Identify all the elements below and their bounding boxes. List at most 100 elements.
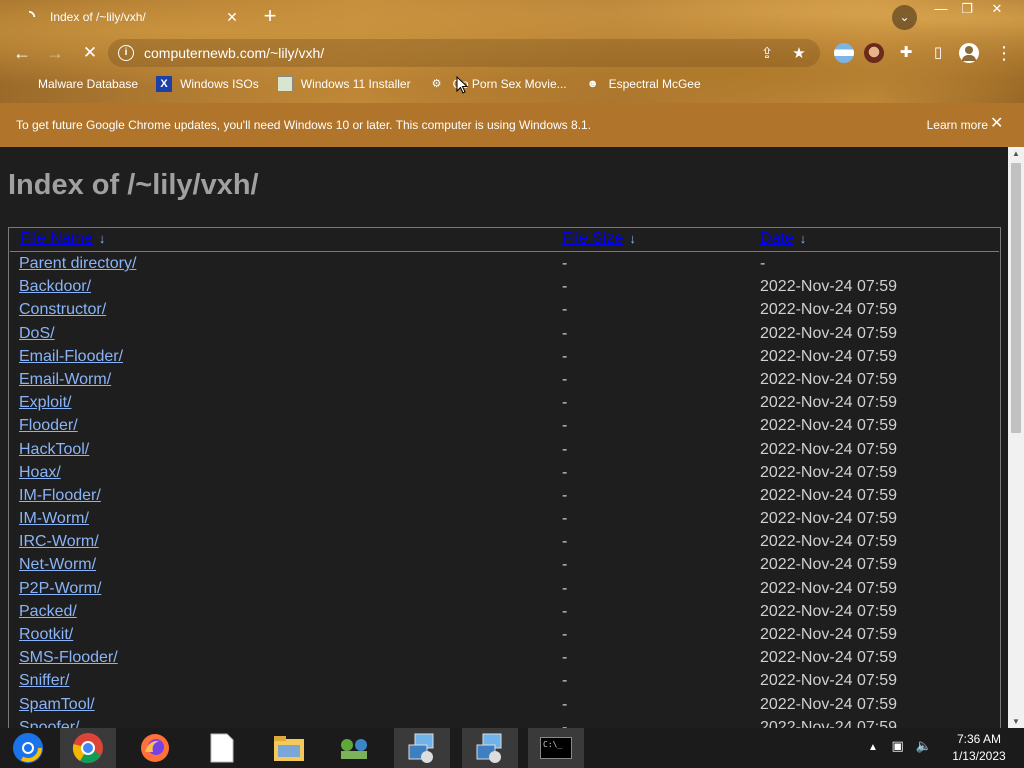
file-date: 2022-Nov-24 07:59 (760, 510, 897, 528)
tab-title: Index of /~lily/vxh/ (50, 10, 146, 24)
show-hidden-icons-icon[interactable]: ▲ (868, 742, 878, 753)
file-size: - (562, 463, 568, 481)
sort-arrow-icon: ↓ (799, 231, 807, 246)
firefox-icon[interactable] (127, 728, 183, 768)
file-name-link[interactable]: IM-Flooder/ (19, 487, 101, 504)
file-date: 2022-Nov-24 07:59 (760, 718, 897, 728)
file-name-link[interactable]: SMS-Flooder/ (19, 649, 118, 666)
page-heading: Index of /~lily/vxh/ (8, 169, 259, 201)
file-date: 2022-Nov-24 07:59 (760, 649, 897, 667)
sort-file-name-link[interactable]: File Name (20, 230, 93, 247)
site-info-icon[interactable]: i (118, 45, 134, 61)
file-date: 2022-Nov-24 07:59 (760, 533, 897, 551)
learn-more-link[interactable]: Learn more (927, 118, 988, 132)
file-size: - (562, 672, 568, 690)
system-clock[interactable]: 7:36 AM 1/13/2023 (942, 731, 1016, 765)
file-name-link[interactable]: IRC-Worm/ (19, 533, 99, 550)
chrome-icon[interactable] (60, 728, 116, 768)
side-panel-icon[interactable]: ▯ (926, 41, 950, 65)
new-tab-button[interactable]: + (258, 5, 282, 29)
file-size: - (562, 510, 568, 528)
file-name-link[interactable]: Backdoor/ (19, 278, 91, 295)
file-name-link[interactable]: DoS/ (19, 325, 55, 342)
command-prompt-icon[interactable]: C:\_ (528, 728, 584, 768)
sort-date-link[interactable]: Date (760, 230, 794, 247)
file-date: 2022-Nov-24 07:59 (760, 626, 897, 643)
table-row: Email-Flooder/ - 2022-Nov-24 07:59 (9, 345, 1000, 368)
listing-header: File Name ↓ File Size ↓ Date ↓ (10, 228, 999, 252)
file-size: - (562, 394, 568, 412)
menu-kebab-icon[interactable]: ⋮ (992, 41, 1016, 65)
chrome-os-icon[interactable] (0, 728, 56, 768)
bookmark-go-porn[interactable]: ⚙ Go Porn Sex Movie... (429, 76, 567, 92)
x-logo-icon: X (156, 76, 173, 92)
extensions-puzzle-icon[interactable]: ✚ (894, 41, 918, 65)
file-name-link[interactable]: IM-Worm/ (19, 510, 89, 527)
file-name-link[interactable]: Flooder/ (19, 417, 78, 434)
tab-close-icon[interactable]: ✕ (224, 9, 240, 26)
window-close-button[interactable]: ✕ (982, 0, 1012, 18)
face-icon: ☻ (586, 78, 599, 90)
network-icon[interactable] (326, 728, 382, 768)
network-status-icon[interactable]: ▣ (892, 738, 904, 753)
bookmark-espectral-mcgee[interactable]: ☻ Espectral McGee (585, 76, 701, 92)
restore-button[interactable]: ❐ (952, 0, 982, 18)
file-size: - (562, 486, 568, 504)
url-text[interactable]: computernewb.com/~lily/vxh/ (144, 45, 756, 61)
page-scrollbar[interactable]: ▲ ▼ (1008, 147, 1024, 728)
file-name-link[interactable]: Parent directory/ (19, 255, 136, 272)
table-row: SMS-Flooder/ - 2022-Nov-24 07:59 (9, 646, 1000, 669)
file-explorer-icon[interactable] (261, 728, 317, 768)
bookmark-malware-database[interactable]: Malware Database (14, 76, 138, 92)
stop-loading-button[interactable]: ✕ (77, 40, 103, 66)
file-name-link[interactable]: Sniffer/ (19, 672, 69, 689)
browser-tab[interactable]: Index of /~lily/vxh/ ✕ (8, 0, 246, 34)
remote-desktop-icon[interactable] (394, 728, 450, 768)
file-name-link[interactable]: Spoofer/ (19, 719, 79, 728)
file-name-link[interactable]: SpamTool/ (19, 696, 95, 713)
extension-face-icon[interactable] (862, 41, 886, 65)
scroll-up-icon[interactable]: ▲ (1012, 149, 1020, 158)
forward-button[interactable]: → (42, 40, 68, 66)
back-button[interactable]: ← (9, 40, 35, 66)
profile-icon[interactable] (957, 41, 981, 65)
file-size: - (562, 556, 568, 574)
file-date: 2022-Nov-24 07:59 (760, 324, 897, 342)
file-name-link[interactable]: Email-Flooder/ (19, 348, 123, 365)
file-name-link[interactable]: Email-Worm/ (19, 371, 111, 388)
infobar-close-icon[interactable]: ✕ (990, 116, 1003, 132)
file-size: - (562, 324, 568, 342)
share-icon[interactable]: ⇪ (756, 44, 778, 62)
clock-date: 1/13/2023 (952, 749, 1006, 763)
game-controller-icon: ⚙ (431, 78, 442, 90)
bookmark-star-icon[interactable]: ★ (788, 44, 810, 62)
bookmark-windows-11-installer[interactable]: Windows 11 Installer (276, 76, 411, 92)
file-name-link[interactable]: Exploit/ (19, 394, 71, 411)
scroll-down-icon[interactable]: ▼ (1012, 717, 1020, 726)
sort-file-size-link[interactable]: File Size (562, 230, 623, 247)
file-name-link[interactable]: Net-Worm/ (19, 556, 96, 573)
file-date: 2022-Nov-24 07:59 (760, 695, 897, 713)
file-name-link[interactable]: Constructor/ (19, 301, 106, 318)
file-name-link[interactable]: Packed/ (19, 603, 77, 620)
tab-search-button[interactable]: ⌄ (892, 5, 917, 30)
file-size: - (562, 278, 568, 296)
taskbar: C:\_ ▲ ▣ 🔈 7:36 AM 1/13/2023 (0, 728, 1024, 768)
file-name-link[interactable]: P2P-Worm/ (19, 580, 101, 597)
file-date: 2022-Nov-24 07:59 (760, 301, 897, 319)
bookmark-windows-isos[interactable]: X Windows ISOs (156, 76, 259, 92)
system-tray: ▲ ▣ 🔈 (868, 738, 932, 754)
scrollbar-thumb[interactable] (1011, 163, 1021, 433)
table-row: HackTool/ - 2022-Nov-24 07:59 (9, 438, 1000, 461)
file-name-link[interactable]: Hoax/ (19, 464, 61, 481)
table-row: Backdoor/ - 2022-Nov-24 07:59 (9, 275, 1000, 298)
extension-avatar-icon[interactable] (832, 41, 856, 65)
table-row: Flooder/ - 2022-Nov-24 07:59 (9, 414, 1000, 437)
remote-desktop-icon-2[interactable] (462, 728, 518, 768)
file-name-link[interactable]: Rootkit/ (19, 626, 73, 643)
address-bar[interactable]: i computernewb.com/~lily/vxh/ ⇪ ★ (108, 39, 820, 67)
file-name-link[interactable]: HackTool/ (19, 441, 89, 458)
file-date: 2022-Nov-24 07:59 (760, 579, 897, 597)
volume-icon[interactable]: 🔈 (915, 738, 931, 753)
notepad-icon[interactable] (194, 728, 250, 768)
